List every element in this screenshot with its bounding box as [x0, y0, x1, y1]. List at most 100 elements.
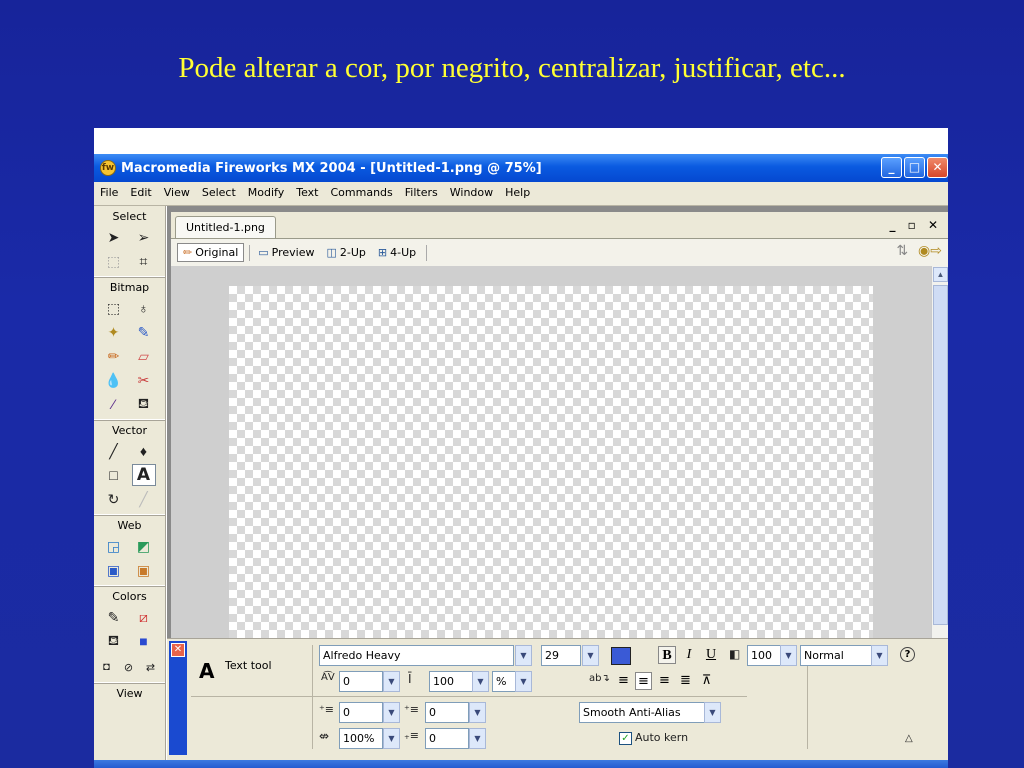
- font-size-field[interactable]: 29: [541, 645, 581, 666]
- eraser-tool-icon[interactable]: ▱: [132, 345, 156, 367]
- line-tool-icon[interactable]: ╱: [102, 440, 126, 462]
- menu-edit[interactable]: Edit: [124, 186, 157, 199]
- subselect-tool-icon[interactable]: ➢: [132, 226, 156, 248]
- rectangle-tool-icon[interactable]: □: [102, 464, 126, 486]
- menu-modify[interactable]: Modify: [242, 186, 290, 199]
- menu-select[interactable]: Select: [196, 186, 242, 199]
- minimize-button[interactable]: _: [881, 157, 902, 178]
- kerning-field[interactable]: 0: [339, 671, 383, 692]
- text-tool-icon[interactable]: A: [131, 464, 156, 486]
- lasso-tool-icon[interactable]: ♁: [132, 297, 156, 319]
- anti-alias-dropdown-icon[interactable]: ▼: [704, 702, 721, 723]
- menu-view[interactable]: View: [158, 186, 196, 199]
- italic-button[interactable]: I: [680, 646, 698, 664]
- panel-close-icon[interactable]: ✕: [171, 643, 185, 657]
- kerning-dropdown-icon[interactable]: ▼: [383, 671, 400, 692]
- maximize-button[interactable]: □: [904, 157, 925, 178]
- transparent-canvas[interactable]: [229, 286, 873, 642]
- opacity-field[interactable]: 100: [747, 645, 781, 666]
- scale-tool-icon[interactable]: ⬚: [102, 250, 126, 272]
- tab-4-up[interactable]: ⊞ 4-Up: [373, 244, 421, 261]
- align-center-icon[interactable]: ≡: [635, 672, 652, 690]
- pointer-tool-icon[interactable]: ➤: [102, 226, 126, 248]
- window-titlebar[interactable]: fw Macromedia Fireworks MX 2004 - [Untit…: [94, 154, 948, 182]
- blend-mode-dropdown-icon[interactable]: ▼: [871, 645, 888, 666]
- crop-tool-icon[interactable]: ⌗: [132, 250, 156, 272]
- anti-alias-select[interactable]: Smooth Anti-Alias: [579, 702, 705, 723]
- stretch-icon[interactable]: ⊼: [698, 672, 715, 690]
- leading-dropdown-icon[interactable]: ▼: [472, 671, 489, 692]
- collapse-panel-icon[interactable]: △: [905, 733, 913, 744]
- slice-tool-icon[interactable]: ◩: [132, 535, 156, 557]
- stroke-swatch-icon[interactable]: ⧄: [132, 606, 156, 628]
- fill-swatch-icon[interactable]: ■: [132, 630, 156, 652]
- underline-button[interactable]: U: [702, 646, 720, 664]
- pencil-tool-icon[interactable]: ✏: [102, 345, 126, 367]
- launch-dreamweaver-icon[interactable]: ◉⇨: [918, 243, 942, 259]
- scroll-up-icon[interactable]: ▲: [933, 267, 948, 282]
- hotspot-tool-icon[interactable]: ◲: [102, 535, 126, 557]
- leading-field[interactable]: 100: [429, 671, 473, 692]
- quick-export-icon[interactable]: ⇅: [896, 243, 908, 259]
- horizontal-scale-field[interactable]: 100%: [339, 728, 383, 749]
- scroll-thumb[interactable]: [933, 285, 948, 625]
- help-icon[interactable]: ?: [900, 647, 915, 662]
- menu-file[interactable]: File: [94, 186, 124, 199]
- blur-tool-icon[interactable]: 💧: [102, 369, 126, 391]
- rubber-stamp-tool-icon[interactable]: ✂: [132, 369, 156, 391]
- space-before-field[interactable]: 0: [425, 702, 469, 723]
- vertical-scrollbar[interactable]: ▲: [931, 266, 948, 642]
- magic-wand-tool-icon[interactable]: ✦: [102, 321, 126, 343]
- font-size-dropdown-icon[interactable]: ▼: [582, 645, 599, 666]
- auto-kern-checkbox[interactable]: ✓: [619, 732, 632, 745]
- space-after-field[interactable]: 0: [425, 728, 469, 749]
- close-button[interactable]: ✕: [927, 157, 948, 178]
- text-color-swatch[interactable]: [611, 647, 631, 665]
- tools-colors-heading: Colors: [112, 590, 147, 603]
- opacity-dropdown-icon[interactable]: ▼: [780, 645, 797, 666]
- default-colors-icon[interactable]: ◘: [98, 656, 116, 678]
- align-right-icon[interactable]: ≡: [656, 672, 673, 690]
- tab-4-up-label: 4-Up: [390, 246, 417, 259]
- tab-preview[interactable]: ▭ Preview: [253, 244, 319, 261]
- show-slices-icon[interactable]: ▣: [132, 559, 156, 581]
- pen-tool-icon[interactable]: ♦: [132, 440, 156, 462]
- window-title: Macromedia Fireworks MX 2004 - [Untitled…: [121, 160, 542, 176]
- stroke-color-icon[interactable]: ✎: [102, 606, 126, 628]
- horizontal-scale-dropdown-icon[interactable]: ▼: [383, 728, 400, 749]
- paint-bucket-tool-icon[interactable]: ⛾: [132, 393, 156, 415]
- blend-mode-select[interactable]: Normal: [800, 645, 872, 666]
- menu-filters[interactable]: Filters: [399, 186, 444, 199]
- menu-commands[interactable]: Commands: [324, 186, 398, 199]
- eyedropper-tool-icon[interactable]: ⁄: [102, 393, 126, 415]
- marquee-tool-icon[interactable]: ⬚: [102, 297, 126, 319]
- font-select[interactable]: Alfredo Heavy: [319, 645, 514, 666]
- menu-help[interactable]: Help: [499, 186, 536, 199]
- align-left-icon[interactable]: ≡: [615, 672, 632, 690]
- document-right-icons: ⇅ ◉⇨: [896, 243, 942, 259]
- leading-unit-select[interactable]: %: [492, 671, 516, 692]
- swap-colors-icon[interactable]: ⇄: [142, 656, 160, 678]
- document-window-controls[interactable]: _ ▫ ✕: [889, 218, 942, 232]
- menu-window[interactable]: Window: [444, 186, 499, 199]
- text-orientation-icon[interactable]: ab↴: [589, 673, 610, 684]
- brush-tool-icon[interactable]: ✎: [132, 321, 156, 343]
- justify-icon[interactable]: ≣: [677, 672, 694, 690]
- freeform-tool-icon[interactable]: ↻: [102, 488, 126, 510]
- no-color-icon[interactable]: ⊘: [120, 656, 138, 678]
- space-after-dropdown-icon[interactable]: ▼: [469, 728, 486, 749]
- indent-field[interactable]: 0: [339, 702, 383, 723]
- document-tab[interactable]: Untitled-1.png: [175, 216, 276, 238]
- bold-button[interactable]: B: [658, 646, 676, 664]
- fill-bucket-icon[interactable]: ⛾: [102, 630, 126, 652]
- tab-2-up[interactable]: ◫ 2-Up: [322, 244, 371, 261]
- knife-tool-icon[interactable]: ╱: [132, 488, 156, 510]
- hide-slices-icon[interactable]: ▣: [102, 559, 126, 581]
- slide-title: Pode alterar a cor, por negrito, central…: [178, 52, 846, 84]
- font-dropdown-icon[interactable]: ▼: [515, 645, 532, 666]
- tab-original[interactable]: ✏ Original: [177, 243, 245, 262]
- indent-dropdown-icon[interactable]: ▼: [383, 702, 400, 723]
- leading-unit-dropdown-icon[interactable]: ▼: [515, 671, 532, 692]
- menu-text[interactable]: Text: [290, 186, 324, 199]
- space-before-dropdown-icon[interactable]: ▼: [469, 702, 486, 723]
